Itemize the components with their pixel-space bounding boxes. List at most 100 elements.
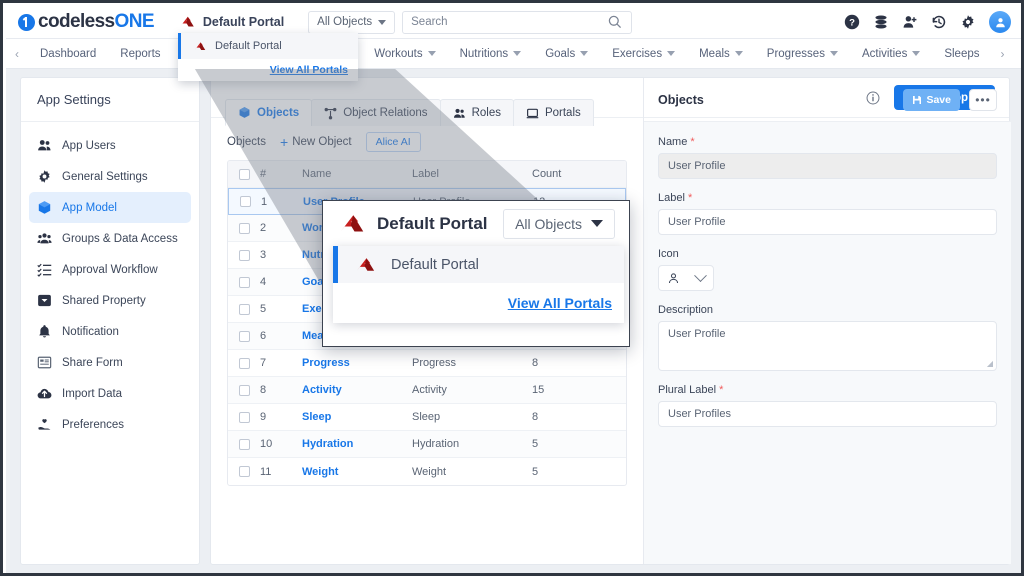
- sidebar-item-label: Groups & Data Access: [62, 232, 178, 245]
- chevron-down-icon: [694, 268, 707, 282]
- nav-item-goals[interactable]: Goals: [533, 48, 600, 60]
- tab-roles[interactable]: Roles: [439, 99, 514, 126]
- chevron-down-icon: [829, 51, 838, 56]
- row-name[interactable]: Activity: [302, 384, 412, 396]
- save-button[interactable]: Save: [903, 88, 960, 111]
- new-object-button[interactable]: + New Object: [280, 135, 352, 149]
- sidebar-item-import-data[interactable]: Import Data: [29, 378, 191, 409]
- sidebar-item-notification[interactable]: Notification: [29, 316, 191, 347]
- label-field[interactable]: User Profile: [658, 209, 997, 235]
- search-input[interactable]: [411, 16, 608, 28]
- nav-item-meals[interactable]: Meals: [687, 48, 755, 60]
- search-box[interactable]: [402, 10, 633, 34]
- sidebar-item-shared-property[interactable]: Shared Property: [29, 285, 191, 316]
- top-icon-group: ?: [844, 11, 1011, 33]
- nav-item-progresses[interactable]: Progresses: [755, 48, 850, 60]
- row-num: 6: [260, 330, 267, 342]
- table-row[interactable]: 8 Activity Activity 15: [228, 377, 626, 404]
- row-checkbox[interactable]: [238, 222, 250, 234]
- callout-view-all-portals-link[interactable]: View All Portals: [508, 295, 612, 311]
- row-checkbox[interactable]: [239, 196, 251, 207]
- nav-item-activities[interactable]: Activities: [850, 48, 932, 60]
- row-checkbox[interactable]: [238, 411, 250, 423]
- database-icon[interactable]: [873, 14, 889, 30]
- portal-selector[interactable]: Default Portal: [178, 15, 284, 29]
- row-checkbox[interactable]: [238, 330, 250, 342]
- select-all-checkbox[interactable]: [238, 168, 250, 180]
- sidebar-item-approval-workflow[interactable]: Approval Workflow: [29, 254, 191, 285]
- nav-item-sleeps[interactable]: Sleeps: [932, 48, 991, 60]
- help-icon[interactable]: ?: [844, 14, 860, 30]
- row-checkbox[interactable]: [238, 357, 250, 369]
- row-checkbox[interactable]: [238, 249, 250, 261]
- row-checkbox[interactable]: [238, 384, 250, 396]
- sidebar-item-app-users[interactable]: App Users: [29, 130, 191, 161]
- view-all-portals-link[interactable]: View All Portals: [270, 64, 348, 76]
- row-num: 3: [260, 249, 267, 261]
- row-name[interactable]: Weight: [302, 466, 412, 478]
- tab-portals[interactable]: Portals: [512, 99, 594, 126]
- row-num: 9: [260, 411, 267, 423]
- callout-object-filter-select[interactable]: All Objects: [503, 208, 615, 239]
- row-checkbox[interactable]: [238, 276, 250, 288]
- sidebar-item-preferences[interactable]: Preferences: [29, 409, 191, 440]
- table-row[interactable]: 11 Weight Weight 5: [228, 458, 626, 485]
- alice-ai-button[interactable]: Alice AI: [365, 132, 421, 152]
- tab-label: Portals: [544, 107, 581, 119]
- row-name[interactable]: Progress: [302, 357, 412, 369]
- nav-item-exercises[interactable]: Exercises: [600, 48, 687, 60]
- row-checkbox[interactable]: [238, 303, 250, 315]
- portal-dropdown-item-default-portal[interactable]: Default Portal: [178, 33, 358, 59]
- sidebar-item-general-settings[interactable]: General Settings: [29, 161, 191, 192]
- row-checkbox[interactable]: [238, 466, 250, 477]
- avatar[interactable]: [989, 11, 1011, 33]
- callout-dropdown-menu: Default Portal View All Portals: [333, 246, 624, 323]
- table-row[interactable]: 7 Progress Progress 8: [228, 350, 626, 377]
- plural-label-value: User Profiles: [668, 408, 731, 420]
- sidebar-item-app-model[interactable]: App Model: [29, 192, 191, 223]
- portal-dropdown-item-label: Default Portal: [215, 40, 282, 52]
- sidebar-item-groups-data-access[interactable]: Groups & Data Access: [29, 223, 191, 254]
- icon-select[interactable]: [658, 265, 714, 291]
- app-window: codelessONE Default Portal All Objects ?: [0, 0, 1024, 576]
- history-icon[interactable]: [931, 14, 947, 30]
- description-field[interactable]: User Profile ◢: [658, 321, 997, 371]
- tab-label: Object Relations: [343, 107, 428, 119]
- row-num: 5: [260, 303, 267, 315]
- callout-dropdown-item-default-portal[interactable]: Default Portal: [333, 246, 624, 283]
- nav-label: Meals: [699, 47, 730, 60]
- nav-item-nutritions[interactable]: Nutritions: [448, 48, 534, 60]
- table-row[interactable]: 9 Sleep Sleep 8: [228, 404, 626, 431]
- add-user-icon[interactable]: [902, 14, 918, 30]
- plural-label-field[interactable]: User Profiles: [658, 401, 997, 427]
- row-name[interactable]: Hydration: [302, 438, 412, 450]
- nav-scroll-left[interactable]: ‹: [6, 47, 28, 61]
- cube-icon: [38, 201, 51, 214]
- table-row[interactable]: 10 Hydration Hydration 5: [228, 431, 626, 458]
- row-label: Hydration: [412, 438, 460, 450]
- description-field-label: Description: [658, 304, 714, 316]
- row-checkbox[interactable]: [238, 438, 250, 450]
- nav-item-workouts[interactable]: Workouts: [362, 48, 447, 60]
- nav-label: Dashboard: [40, 47, 97, 60]
- tab-objects[interactable]: Objects: [225, 99, 313, 126]
- chevron-down-icon: [378, 19, 387, 25]
- name-field[interactable]: User Profile: [658, 153, 997, 179]
- nav-item-reports[interactable]: Reports: [108, 48, 172, 60]
- row-label: Progress: [412, 357, 457, 369]
- col-header-name: Name: [302, 168, 332, 180]
- detail-panel-title: Objects: [658, 92, 704, 107]
- gear-icon[interactable]: [960, 14, 976, 30]
- users-icon: [38, 140, 51, 151]
- sidebar-item-share-form[interactable]: Share Form: [29, 347, 191, 378]
- more-options-button[interactable]: •••: [969, 88, 997, 111]
- card-tabs: Objects Object Relations Roles Portals: [211, 97, 594, 126]
- resize-grip-icon[interactable]: ◢: [987, 359, 993, 368]
- nav-scroll-right[interactable]: ›: [992, 47, 1014, 61]
- object-filter-select[interactable]: All Objects: [308, 10, 396, 34]
- tab-object-relations[interactable]: Object Relations: [311, 99, 441, 126]
- nav-item-dashboard[interactable]: Dashboard: [28, 48, 108, 60]
- roles-icon: [453, 108, 465, 118]
- sidebar-item-label: App Model: [62, 201, 117, 214]
- row-name[interactable]: Sleep: [302, 411, 412, 423]
